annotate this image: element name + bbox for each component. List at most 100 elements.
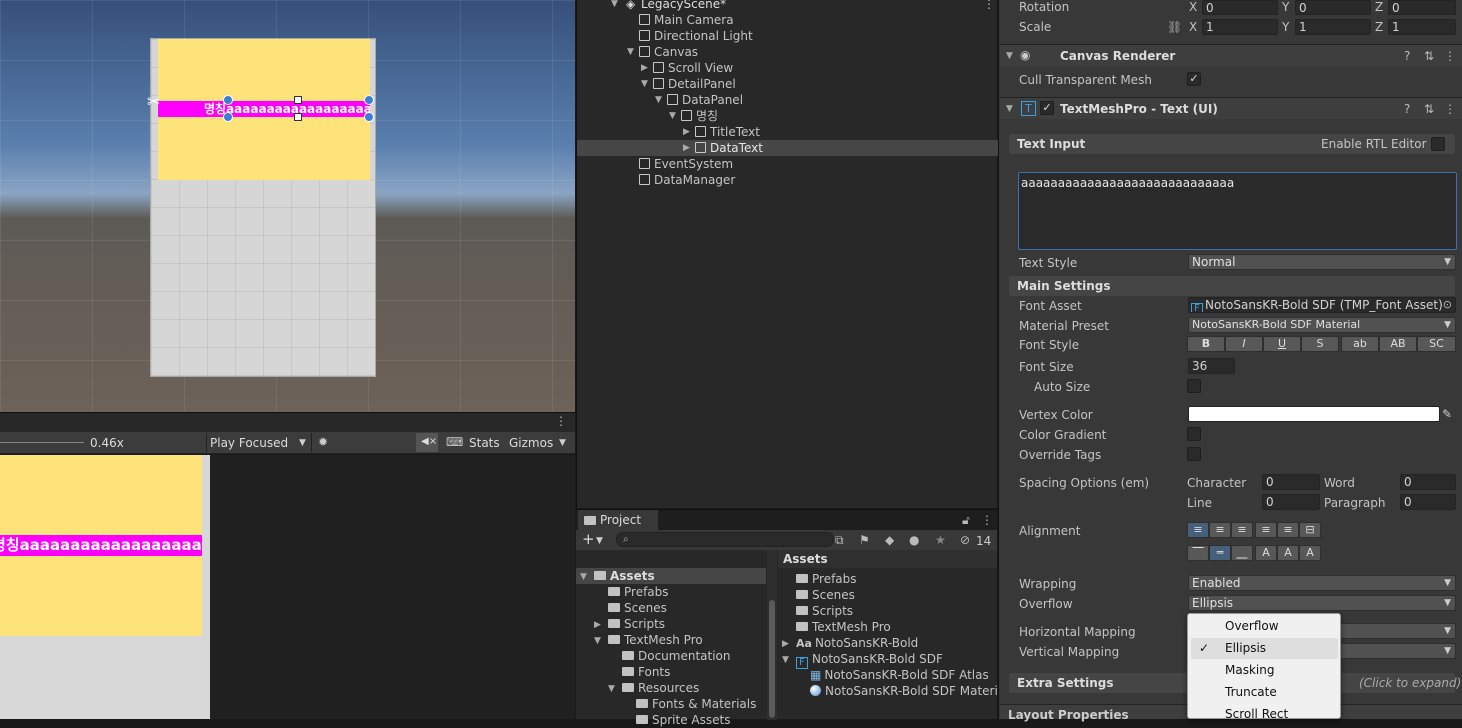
label-icon[interactable]: ◆ [885, 532, 894, 548]
favorite-icon[interactable]: ★ [935, 532, 946, 548]
tree-item-documentation[interactable]: Documentation [622, 648, 731, 664]
expand-arrow-icon[interactable]: ▼ [580, 569, 587, 585]
hierarchy-item-main-camera[interactable]: Main Camera [639, 12, 734, 28]
add-icon[interactable]: + [582, 531, 595, 547]
scale-y-field[interactable]: 1 [1295, 19, 1371, 35]
hierarchy-item-directional-light[interactable]: Directional Light [639, 28, 753, 44]
menu-item-truncate[interactable]: Truncate [1225, 684, 1277, 700]
asset-item-font[interactable]: Aa NotoSansKR-Bold [796, 635, 918, 652]
hierarchy-item-detailpanel[interactable]: DetailPanel [653, 76, 736, 92]
tree-scrollbar[interactable] [767, 550, 777, 720]
override-tags-checkbox[interactable] [1187, 447, 1201, 461]
rect-handle-tl[interactable] [223, 95, 233, 105]
foldout-arrow-icon[interactable]: ▼ [1006, 101, 1013, 117]
collapse-arrow-icon[interactable]: ▶ [683, 140, 690, 156]
bug-icon[interactable]: ✹ [318, 434, 328, 450]
rotation-z-field[interactable]: 0 [1388, 0, 1456, 15]
scene-menu-icon[interactable]: ⋮ [983, 0, 995, 12]
align-flush-icon[interactable]: ≡ [1277, 522, 1299, 538]
align-justified-icon[interactable]: ≡ [1255, 522, 1277, 538]
scale-slider[interactable] [0, 442, 84, 443]
tree-item-scripts[interactable]: Scripts [608, 616, 665, 632]
asset-item-prefabs[interactable]: Prefabs [796, 571, 857, 587]
canvas-rect[interactable]: 명칭aaaaaaaaaaaaaaaaaaa... [150, 38, 376, 377]
italic-button[interactable]: I [1225, 336, 1263, 352]
align-center-icon[interactable]: ≡ [1209, 522, 1231, 538]
align-capline-icon[interactable]: A [1299, 545, 1321, 561]
gizmos-button[interactable]: Gizmos [509, 435, 553, 451]
keyboard-icon[interactable]: ⌨ [446, 434, 463, 450]
tree-item-fonts-materials[interactable]: Fonts & Materials [636, 696, 756, 712]
stats-button[interactable]: Stats [469, 435, 500, 451]
font-asset-field[interactable]: F NotoSansKR-Bold SDF (TMP_Font Asset) ⊙ [1188, 297, 1456, 313]
object-picker-icon[interactable]: ⊙ [1443, 298, 1452, 312]
asset-item-sdf-atlas[interactable]: ▦ NotoSansKR-Bold SDF Atlas [810, 667, 989, 683]
collapse-arrow-icon[interactable]: ▶ [683, 124, 690, 140]
lowercase-button[interactable]: ab [1341, 336, 1379, 352]
text-input-area[interactable]: aaaaaaaaaaaaaaaaaaaaaaaaaaaaa [1018, 172, 1457, 250]
paragraph-field[interactable]: 0 [1400, 494, 1456, 510]
scene-name[interactable]: LegacyScene* [641, 0, 726, 12]
wrapping-dropdown[interactable]: Enabled ▼ [1188, 575, 1456, 591]
canvas-renderer-header[interactable]: ▼ ◉ Canvas Renderer ? ⇅ ⋮ [1000, 44, 1462, 66]
tree-item-fonts[interactable]: Fonts [622, 664, 670, 680]
help-icon[interactable]: ? [1404, 48, 1410, 64]
align-right-icon[interactable]: ≡ [1231, 522, 1253, 538]
hierarchy-item-datatext[interactable]: DataText [695, 140, 763, 156]
hierarchy-item-name[interactable]: 명칭 [681, 108, 718, 124]
rotation-x-field[interactable]: 0 [1202, 0, 1278, 15]
chevron-down-icon[interactable]: ▼ [596, 533, 603, 549]
preset-icon[interactable]: ⇅ [1424, 101, 1434, 117]
rect-handle-bottom[interactable] [294, 113, 302, 121]
smallcaps-button[interactable]: SC [1417, 336, 1456, 352]
expand-arrow-icon[interactable]: ▼ [611, 0, 618, 12]
lock-icon[interactable]: 🔓︎ [962, 512, 970, 528]
breadcrumb-assets[interactable]: Assets [783, 551, 828, 567]
tmp-header[interactable]: ▼ T ✓ TextMeshPro - Text (UI) ? ⇅ ⋮ [1000, 97, 1462, 119]
tree-item-scenes[interactable]: Scenes [608, 600, 667, 616]
tree-item-assets[interactable]: Assets [594, 568, 655, 584]
align-left-icon[interactable]: ≡ [1187, 522, 1209, 538]
auto-size-checkbox[interactable] [1187, 379, 1201, 393]
scrollbar-thumb[interactable] [769, 600, 775, 718]
filter-type-icon[interactable]: ⚑ [859, 532, 870, 548]
eyedropper-icon[interactable]: ✎ [1442, 406, 1452, 422]
align-bottom-icon[interactable]: ⎽ [1231, 545, 1253, 561]
menu-item-scroll-rect[interactable]: Scroll Rect [1225, 706, 1288, 722]
scale-x-field[interactable]: 1 [1202, 19, 1278, 35]
align-baseline-icon[interactable]: A [1255, 545, 1277, 561]
search-scene-icon[interactable]: ⧉ [835, 532, 844, 548]
hierarchy-item-datamanager[interactable]: DataManager [639, 172, 735, 188]
asset-item-scripts[interactable]: Scripts [796, 603, 853, 619]
uppercase-button[interactable]: AB [1379, 336, 1417, 352]
hierarchy-item-eventsystem[interactable]: EventSystem [639, 156, 733, 172]
hierarchy-item-datapanel[interactable]: DataPanel [667, 92, 743, 108]
rect-handle-tr[interactable] [364, 95, 374, 105]
menu-item-masking[interactable]: Masking [1225, 662, 1274, 678]
component-menu-icon[interactable]: ⋮ [1444, 48, 1456, 64]
foldout-arrow-icon[interactable]: ▼ [1006, 48, 1013, 64]
vertex-color-field[interactable] [1188, 406, 1440, 422]
overflow-dropdown[interactable]: Ellipsis ▼ [1188, 595, 1456, 611]
align-midline-icon[interactable]: A [1277, 545, 1299, 561]
help-icon[interactable]: ? [1404, 101, 1410, 117]
bold-button[interactable]: B [1187, 336, 1225, 352]
font-size-field[interactable]: 36 [1188, 358, 1235, 374]
line-field[interactable]: 0 [1262, 494, 1320, 510]
tree-item-prefabs[interactable]: Prefabs [608, 584, 669, 600]
expand-arrow-icon[interactable]: ▼ [594, 633, 601, 649]
hierarchy-item-titletext[interactable]: TitleText [695, 124, 760, 140]
scene-view[interactable]: 명칭aaaaaaaaaaaaaaaaaaa... ✂ [0, 0, 575, 412]
tree-item-sprite-assets[interactable]: Sprite Assets [636, 712, 730, 728]
component-menu-icon[interactable]: ⋮ [1444, 101, 1456, 117]
align-middle-icon[interactable]: ═ [1209, 545, 1231, 561]
expand-arrow-icon[interactable]: ▼ [669, 108, 676, 124]
more-icon[interactable]: ⋮ [981, 512, 993, 528]
rect-handle-br[interactable] [364, 112, 374, 122]
mute-audio-button[interactable]: ◀× [416, 433, 438, 452]
collapse-arrow-icon[interactable]: ▶ [641, 60, 648, 76]
data-row-rect[interactable]: 명칭aaaaaaaaaaaaaaaaaaa... [158, 101, 370, 117]
rect-handle-top[interactable] [294, 96, 302, 104]
hierarchy-item-scroll-view[interactable]: Scroll View [653, 60, 733, 76]
expand-arrow-icon[interactable]: ▼ [655, 92, 662, 108]
